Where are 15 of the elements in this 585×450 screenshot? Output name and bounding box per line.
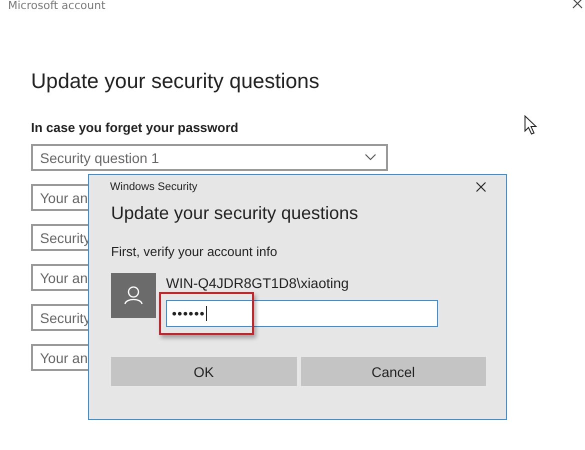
dialog-title: Windows Security bbox=[110, 181, 198, 193]
window-title: Microsoft account bbox=[8, 0, 106, 12]
user-avatar-icon bbox=[111, 273, 156, 318]
close-icon[interactable] bbox=[572, 0, 583, 9]
section-label: In case you forget your password bbox=[31, 120, 238, 135]
password-field[interactable]: •••••• bbox=[166, 300, 438, 327]
mouse-pointer-icon bbox=[524, 115, 538, 135]
page-heading: Update your security questions bbox=[31, 70, 320, 94]
question-dropdown[interactable]: Security question 1 bbox=[31, 144, 388, 171]
dialog-heading: Update your security questions bbox=[111, 203, 360, 224]
username: WIN-Q4JDR8GT1D8\xiaoting bbox=[166, 275, 350, 291]
ok-button[interactable]: OK bbox=[111, 357, 296, 386]
close-icon[interactable] bbox=[476, 182, 486, 192]
cancel-button[interactable]: Cancel bbox=[300, 357, 486, 386]
prompt-text: First, verify your account info bbox=[111, 244, 278, 259]
